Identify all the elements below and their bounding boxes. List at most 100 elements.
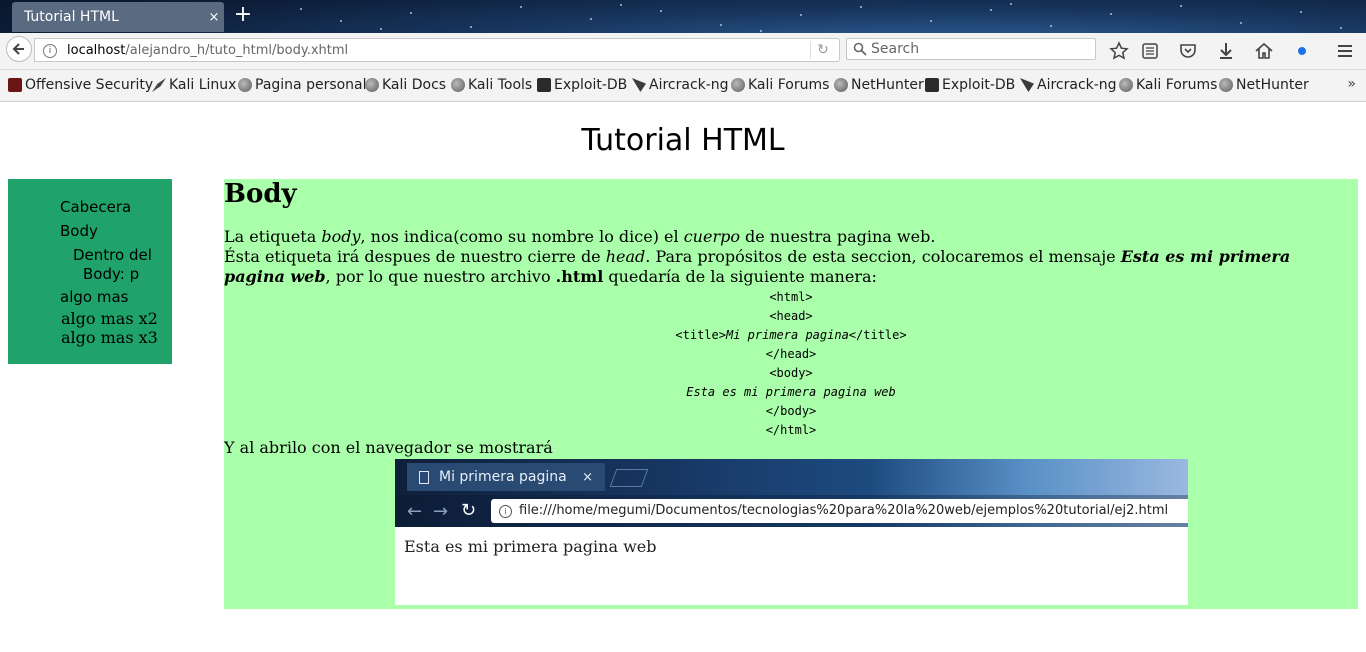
home-icon[interactable] [1254,41,1274,61]
bookmark-item[interactable]: Aircrack-ng [632,77,729,93]
globe-icon [238,78,252,92]
bookmark-item[interactable]: Kali Forums [1119,77,1217,93]
code-line: Esta es mi primera pagina web [686,385,896,399]
bookmark-item[interactable]: Offensive Security [8,77,153,93]
screenshot-url-bar: i file:///home/megumi/Documentos/tecnolo… [491,499,1188,523]
menu-hamburger-icon[interactable] [1335,41,1355,61]
bookmark-item[interactable]: Kali Linux [152,77,236,93]
nav-link-algo-mas[interactable]: algo mas [60,288,128,306]
nav-link-dentro-del-body-line1[interactable]: Dentro del [73,246,152,264]
main-content: Body La etiqueta body, nos indica(como s… [224,179,1358,609]
site-info-icon[interactable]: i [43,44,57,58]
back-arrow-icon [12,43,24,55]
web-page: Tutorial HTML Cabecera Body Dentro del B… [0,103,1366,652]
bookmark-item[interactable]: Kali Docs [365,77,446,93]
nav-link-algo-mas-x2[interactable]: algo mas x2 [61,309,158,328]
code-line-title: <title>Mi primera pagina</title> [224,326,1358,345]
code-tag: <title> [675,328,726,342]
globe-icon [1119,78,1133,92]
globe-icon [834,78,848,92]
bookmark-item[interactable]: Exploit-DB [537,77,627,93]
code-text: Mi primera pagina [725,328,849,342]
search-bar[interactable] [846,38,1096,60]
screenshot-close-icon: × [582,469,593,485]
screenshot-body-text: Esta es mi primera pagina web [404,537,657,556]
bookmark-item[interactable]: Exploit-DB [925,77,1015,93]
bookmark-item[interactable]: NetHunter [1219,77,1309,93]
url-host: localhost [67,43,126,58]
navigation-toolbar: i localhost/alejandro_h/tuto_html/body.x… [0,33,1366,70]
new-tab-button[interactable]: + [232,4,254,26]
reader-list-icon[interactable] [1140,41,1160,61]
bookmark-item[interactable]: Kali Tools [451,77,532,93]
tab-close-icon[interactable]: × [204,10,224,25]
paragraph-result: Y al abrilo con el navegador se mostrará [224,438,553,457]
screenshot-navbar: ← → ↻ i file:///home/megumi/Documentos/t… [395,495,1188,527]
screenshot-titlebar: Mi primera pagina × ← → ↻ i file:///home… [395,459,1188,527]
screenshot-url-text: file:///home/megumi/Documentos/tecnologi… [519,503,1169,518]
bookmark-label: Pagina personal [255,77,367,93]
screenshot-forward-icon: → [433,501,449,522]
bookmark-label: Kali Forums [748,77,830,93]
bookmark-item[interactable]: Aircrack-ng [1020,77,1117,93]
search-input[interactable] [871,40,1091,58]
bookmark-item[interactable]: Kali Forums [731,77,829,93]
screenshot-back-icon: ← [407,501,423,522]
aircrack-icon [1020,78,1034,92]
globe-icon [731,78,745,92]
bookmark-label: Kali Forums [1136,77,1218,93]
reload-icon[interactable]: ↻ [810,41,835,59]
back-button[interactable] [6,36,32,62]
bookmark-label: NetHunter [1236,77,1309,93]
bookmark-star-icon[interactable] [1109,41,1129,61]
text: quedaría de la siguiente manera: [603,267,877,286]
screenshot-tab-title: Mi primera pagina [439,469,567,485]
offsec-icon [8,78,22,92]
url-path: /alejandro_h/tuto_html/body.xhtml [125,43,349,58]
text: La etiqueta [224,227,322,246]
globe-icon [365,78,379,92]
bookmarks-overflow-icon[interactable]: » [1347,76,1356,92]
bookmark-label: Offensive Security [25,77,154,93]
browser-tab[interactable]: Tutorial HTML × [12,2,224,32]
text: , nos indica(como su nombre lo dice) el [360,227,684,246]
download-icon[interactable] [1216,41,1236,61]
screenshot-info-icon: i [499,505,512,518]
code-line: <html> [769,290,813,304]
code-tag: </title> [848,328,907,342]
bookmark-label: Aircrack-ng [649,77,729,93]
bookmark-item[interactable]: NetHunter [834,77,924,93]
bookmark-label: Aircrack-ng [1037,77,1117,93]
bookmark-item[interactable]: Pagina personal [238,77,367,93]
tab-title: Tutorial HTML [24,9,119,25]
nav-link-cabecera[interactable]: Cabecera [60,198,131,216]
exploit-icon [537,78,551,92]
nav-link-body[interactable]: Body [60,222,98,240]
emphasis-cuerpo: cuerpo [683,227,740,246]
strong-html: .html [555,267,604,286]
pocket-icon[interactable] [1178,41,1198,61]
page-title: Tutorial HTML [581,123,785,158]
bookmark-label: Kali Linux [169,77,237,93]
code-line: </body> [765,404,817,418]
bookmark-label: Kali Docs [382,77,447,93]
text: . Para propósitos de esta seccion, coloc… [645,247,1121,266]
browser-chrome: Tutorial HTML × + i localhost/alejandro_… [0,0,1366,102]
url-bar[interactable]: i localhost/alejandro_h/tuto_html/body.x… [34,38,840,62]
kali-icon [152,78,166,92]
side-navigation: Cabecera Body Dentro del Body: p algo ma… [8,179,172,364]
document-icon [419,470,429,484]
nav-link-algo-mas-x3[interactable]: algo mas x3 [61,328,158,347]
extension-icon[interactable] [1292,41,1312,61]
screenshot-reload-icon: ↻ [461,500,477,521]
aircrack-icon [632,78,646,92]
globe-icon [1219,78,1233,92]
bookmark-label: Kali Tools [468,77,533,93]
screenshot-new-tab-icon [609,469,649,487]
emphasis-body: body [321,227,361,246]
url-text: localhost/alejandro_h/tuto_html/body.xht… [67,43,348,58]
nav-link-dentro-del-body-line2[interactable]: Body: p [83,265,139,283]
bookmark-label: NetHunter [851,77,924,93]
bookmark-label: Exploit-DB [942,77,1016,93]
screenshot-tab: Mi primera pagina × [407,463,605,491]
